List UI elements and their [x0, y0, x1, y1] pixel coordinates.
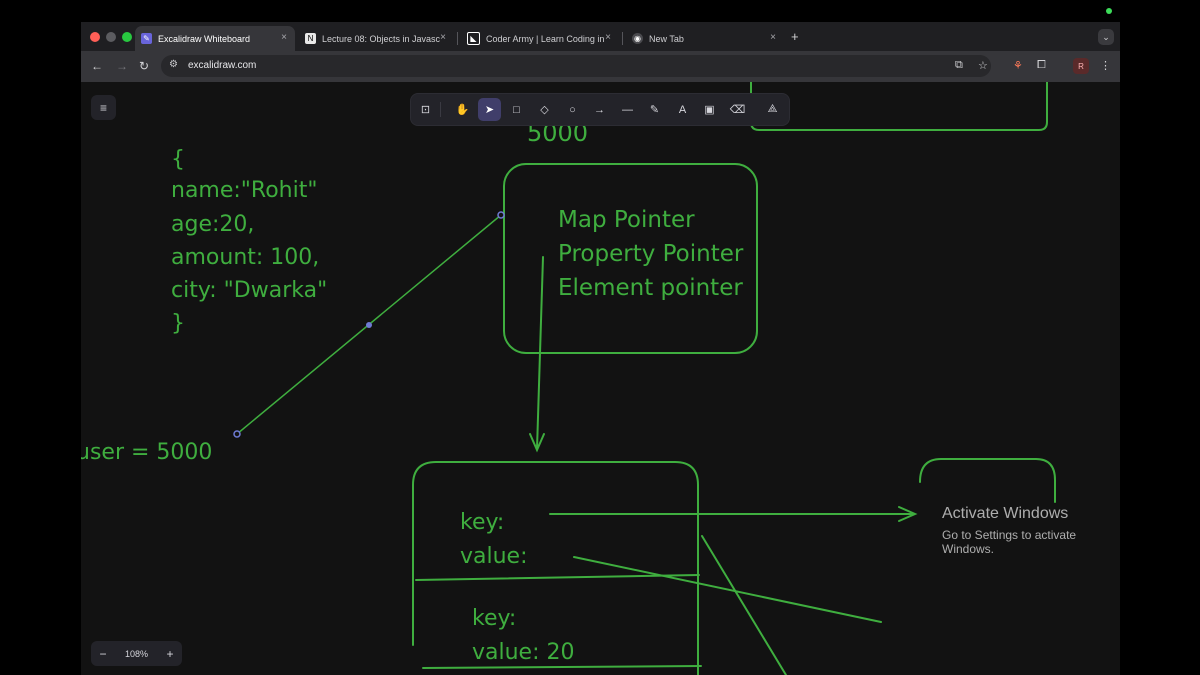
draw-tool[interactable]: ✎ [643, 98, 666, 121]
hand-icon: ✋ [455, 104, 470, 116]
more-tools[interactable]: ⟁ [761, 98, 784, 121]
extensions-puzzle-icon[interactable]: ⧠ [1037, 59, 1046, 72]
ellipse-tool[interactable]: ○ [561, 98, 584, 121]
site-info-icon[interactable]: ⚙ [169, 59, 178, 70]
text-tool[interactable]: A [671, 98, 694, 121]
eraser-icon: ⌫ [729, 104, 746, 116]
object-line-city: city: "Dwarka" [171, 278, 327, 303]
text-layer: 5000 { name:"Rohit" age:20, amount: 100,… [81, 119, 744, 665]
map-pointer-text: Map Pointer [558, 207, 695, 233]
close-tab-icon[interactable]: × [770, 32, 776, 43]
kebab-menu-icon[interactable]: ⋮ [1100, 59, 1111, 72]
user-variable-text: user = 5000 [81, 440, 212, 465]
zoom-controls: − 108% + [91, 641, 182, 666]
profile-avatar[interactable]: R [1073, 58, 1089, 74]
object-brace-close: } [171, 311, 185, 336]
reload-icon[interactable]: ↻ [139, 59, 149, 73]
tab-divider [457, 32, 458, 45]
close-window-button[interactable] [90, 32, 100, 42]
image-tool[interactable]: ▣ [698, 98, 721, 121]
close-tab-icon[interactable]: × [605, 32, 611, 43]
property-pointer-text: Property Pointer [558, 241, 744, 267]
key-label-2: key: [472, 606, 516, 631]
toolbar-divider [440, 102, 441, 117]
object-line-name: name:"Rohit" [171, 178, 317, 203]
line-icon: — [622, 103, 633, 116]
object-line-amount: amount: 100, [171, 245, 319, 270]
url-text[interactable]: excalidraw.com [188, 60, 256, 71]
eraser-tool[interactable]: ⌫ [726, 98, 749, 121]
tab-lecture[interactable]: N Lecture 08: Objects in Javasc × [299, 26, 454, 51]
hamburger-icon: ≡ [99, 100, 107, 115]
tab-new-tab[interactable]: ◉ New Tab × [626, 26, 784, 51]
browser-toolbar: ← → ↻ ⚙ excalidraw.com ⧉ ☆ ⚘ ⧠ R ⋮ [81, 51, 1120, 82]
chevron-down-icon: ⌄ [1102, 31, 1110, 42]
recording-indicator [1106, 8, 1112, 14]
selection-tool[interactable]: ➤ [478, 98, 501, 121]
forward-icon[interactable]: → [116, 59, 128, 73]
bookmark-star-icon[interactable]: ☆ [978, 59, 988, 72]
tab-title: New Tab [649, 33, 684, 44]
new-tab-button[interactable]: + [791, 29, 799, 44]
tab-title: Excalidraw Whiteboard [158, 33, 251, 44]
tab-coder-army[interactable]: ◣ Coder Army | Learn Coding in × [461, 26, 619, 51]
element-pointer-text: Element pointer [558, 275, 743, 301]
zoom-in-button[interactable]: + [158, 647, 182, 661]
excalidraw-canvas[interactable]: 5000 { name:"Rohit" age:20, amount: 100,… [81, 82, 1120, 675]
value-label-1: value: [460, 544, 528, 569]
browser-window: ✎ Excalidraw Whiteboard × N Lecture 08: … [81, 22, 1120, 675]
video-top-bar [0, 0, 1200, 22]
arrow-tool[interactable]: → [588, 98, 611, 121]
back-icon[interactable]: ← [91, 59, 103, 73]
key-label-1: key: [460, 510, 504, 535]
tab-search-button[interactable]: ⌄ [1098, 29, 1114, 45]
minimize-window-button[interactable] [106, 32, 116, 42]
extension-icon[interactable]: ⚘ [1013, 59, 1023, 72]
activate-windows-title: Activate Windows [942, 505, 1069, 522]
close-tab-icon[interactable]: × [440, 32, 446, 43]
object-brace-open: { [171, 147, 185, 172]
rectangle-tool[interactable]: □ [505, 98, 528, 121]
tab-divider [622, 32, 623, 45]
shape-toolbar: ⊡ ✋ ➤ □ ◇ ○ → — ✎ A ▣ ⌫ ⟁ [411, 94, 789, 125]
shapes-icon: ⟁ [767, 103, 778, 115]
address-bar[interactable]: ⚙ excalidraw.com [161, 55, 991, 77]
hand-tool[interactable]: ✋ [451, 98, 474, 121]
pointer-icon: ➤ [484, 104, 495, 116]
install-app-icon[interactable]: ⧉ [955, 59, 963, 72]
chrome-icon: ◉ [632, 33, 643, 44]
tab-title: Coder Army | Learn Coding in [486, 33, 605, 44]
rectangle-icon: □ [513, 103, 520, 116]
notion-icon: N [305, 33, 316, 44]
tab-title: Lecture 08: Objects in Javasc [322, 33, 441, 44]
object-line-age: age:20, [171, 212, 254, 237]
lock-tool[interactable]: ⊡ [414, 98, 437, 121]
tab-excalidraw[interactable]: ✎ Excalidraw Whiteboard × [135, 26, 295, 51]
value-label-2: value: 20 [472, 640, 575, 665]
arrow-icon: → [594, 103, 605, 116]
tab-bar: ✎ Excalidraw Whiteboard × N Lecture 08: … [81, 22, 1120, 51]
image-icon: ▣ [704, 104, 715, 116]
lock-icon: ⊡ [420, 104, 431, 116]
activate-windows-subtitle: Go to Settings to activate Windows. [942, 528, 1077, 556]
diamond-icon: ◇ [540, 104, 549, 116]
coder-army-icon: ◣ [467, 32, 480, 45]
zoom-level[interactable]: 108% [115, 649, 158, 659]
zoom-window-button[interactable] [122, 32, 132, 42]
zoom-out-button[interactable]: − [91, 647, 115, 661]
line-tool[interactable]: — [616, 98, 639, 121]
diamond-tool[interactable]: ◇ [533, 98, 556, 121]
pencil-icon: ✎ [649, 104, 660, 116]
ellipse-icon: ○ [569, 103, 576, 116]
excalidraw-icon: ✎ [141, 33, 152, 44]
main-menu-button[interactable]: ≡ [91, 95, 116, 120]
text-icon: A [678, 103, 687, 116]
close-tab-icon[interactable]: × [281, 32, 287, 43]
